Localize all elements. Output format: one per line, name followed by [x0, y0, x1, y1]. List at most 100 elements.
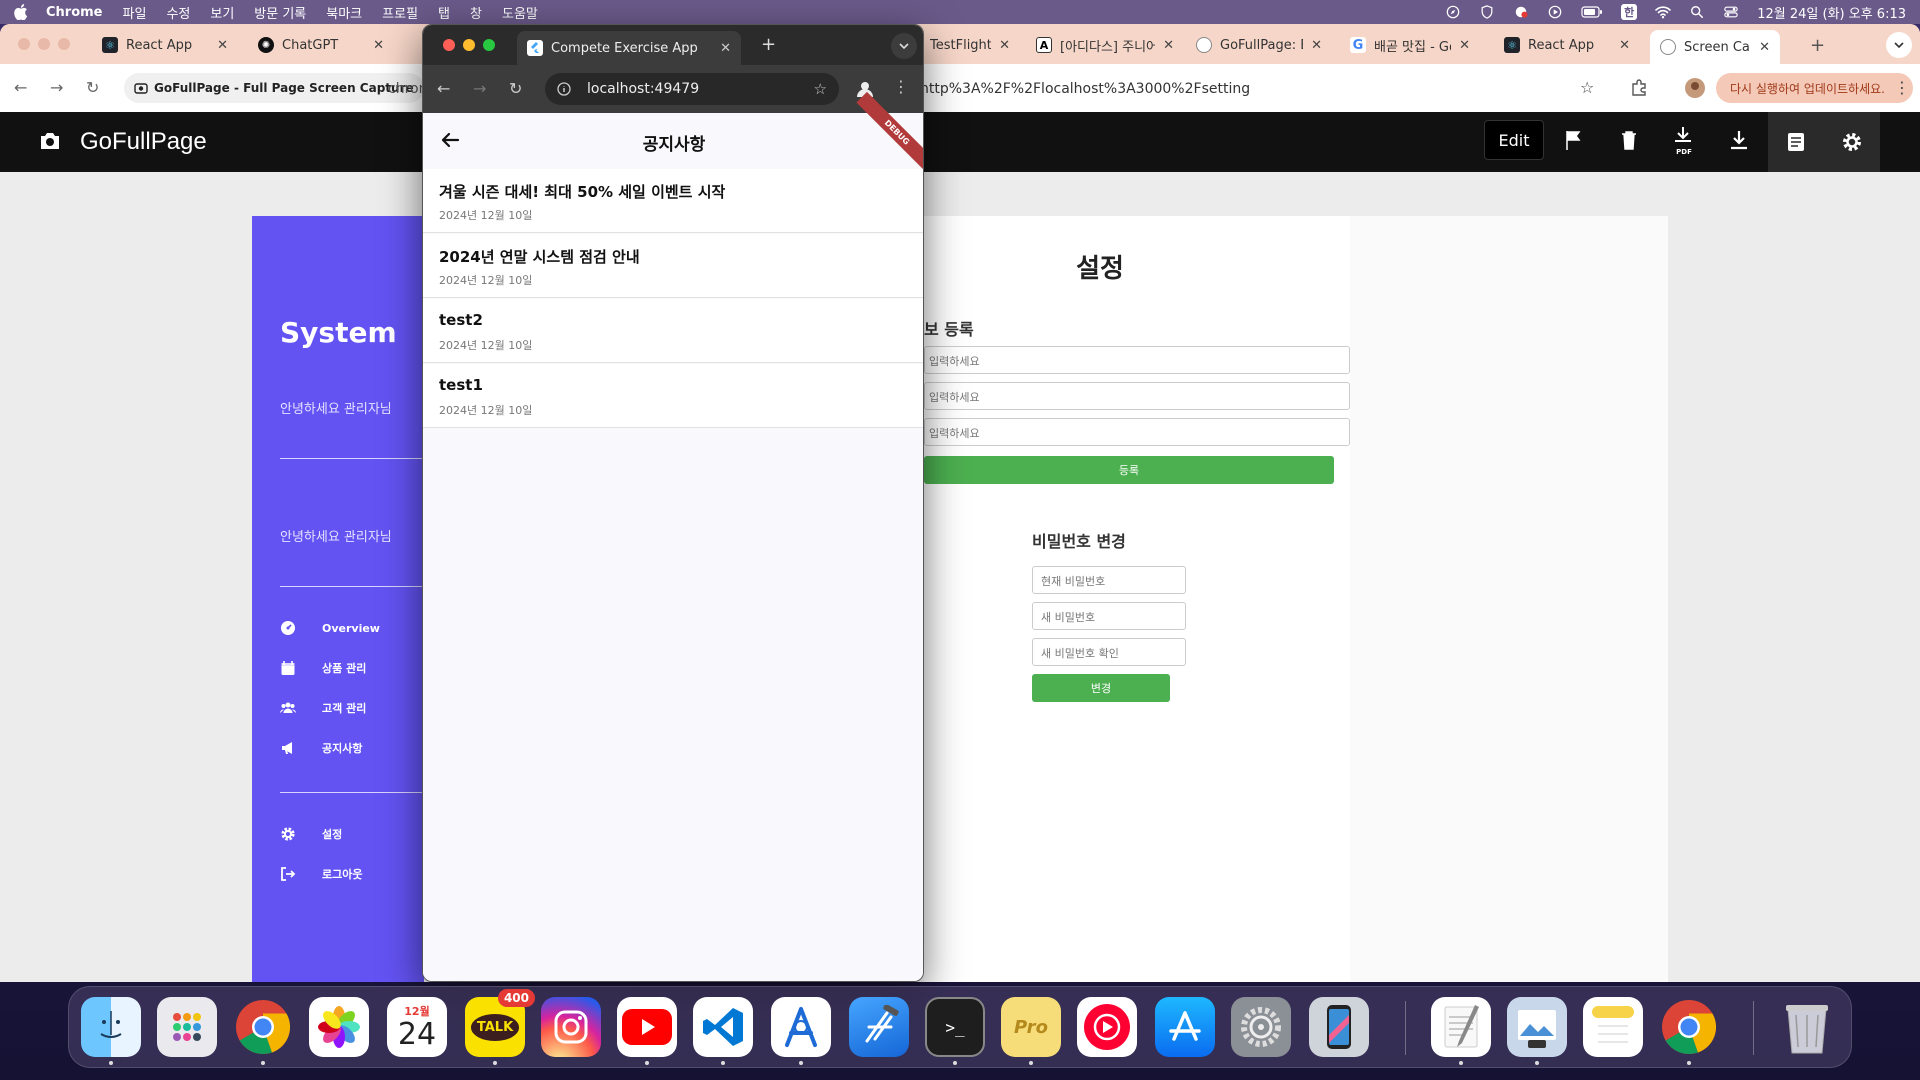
settings-button[interactable] — [1824, 112, 1880, 172]
tab-gofullpage-editor[interactable]: GoFullPage: Ed ✕ — [1186, 30, 1332, 60]
forward-arrow-icon[interactable]: → — [473, 79, 486, 98]
menu-history[interactable]: 방문 기록 — [254, 3, 306, 22]
tab-react-app-2[interactable]: ⚛ React App ✕ — [1494, 30, 1640, 60]
reload-icon[interactable]: ↻ — [509, 79, 522, 98]
zoom-window-button[interactable] — [58, 38, 70, 50]
notice-item[interactable]: test2 2024년 12월 10일 — [423, 299, 923, 363]
register-input-3[interactable]: 입력하세요 — [924, 418, 1350, 446]
download-icon[interactable] — [1728, 129, 1750, 151]
bookmark-star-icon[interactable]: ☆ — [1580, 78, 1594, 97]
close-tab-icon[interactable]: ✕ — [373, 38, 384, 53]
apple-icon[interactable] — [14, 4, 28, 20]
sidebar-item-settings[interactable]: 설정 — [280, 826, 342, 842]
trash-icon[interactable] — [1618, 129, 1640, 151]
tab-compete-exercise-app[interactable]: Compete Exercise App ✕ — [517, 31, 741, 65]
launchpad-icon[interactable] — [157, 997, 217, 1057]
menubar-clock[interactable]: 12월 24일 (화) 오후 6:13 — [1757, 3, 1906, 22]
edit-button[interactable]: Edit — [1484, 120, 1544, 160]
vscode-icon[interactable] — [693, 997, 753, 1057]
page-view-button[interactable] — [1768, 112, 1824, 172]
trash-icon[interactable] — [1777, 997, 1837, 1057]
sidebar-item-products[interactable]: 상품 관리 — [280, 660, 366, 676]
menu-tab[interactable]: 탭 — [438, 3, 450, 22]
close-tab-icon[interactable]: ✕ — [999, 38, 1010, 53]
close-tab-icon[interactable]: ✕ — [1759, 40, 1770, 55]
register-input-2[interactable]: 입력하세요 — [924, 382, 1350, 410]
notice-item[interactable]: test1 2024년 12월 10일 — [423, 364, 923, 428]
close-tab-icon[interactable]: ✕ — [1311, 38, 1322, 53]
back-arrow-icon[interactable]: ← — [437, 79, 450, 98]
flag-icon[interactable] — [1562, 129, 1584, 151]
tab-testflight[interactable]: TestFlight - Ap ✕ — [920, 30, 1020, 60]
shield-icon[interactable] — [1479, 5, 1495, 19]
extension-origin-chip[interactable]: GoFullPage - Full Page Screen Capture — [124, 73, 424, 103]
play-circle-icon[interactable] — [1547, 5, 1563, 19]
notice-item[interactable]: 2024년 연말 시스템 점검 안내 2024년 12월 10일 — [423, 234, 923, 298]
photos-icon[interactable] — [309, 997, 369, 1057]
register-button[interactable]: 등록 — [924, 456, 1334, 484]
tab-search-button[interactable] — [891, 33, 917, 59]
zoom-window-button[interactable] — [483, 39, 495, 51]
new-tab-button[interactable]: + — [1810, 35, 1825, 56]
iphone-mirroring-icon[interactable] — [1309, 997, 1369, 1057]
menu-edit[interactable]: 수정 — [166, 3, 190, 22]
back-arrow-icon[interactable]: ← — [14, 78, 27, 97]
reload-icon[interactable]: ↻ — [86, 78, 99, 97]
xcode-icon[interactable] — [849, 997, 909, 1057]
battery-icon[interactable] — [1581, 5, 1603, 19]
close-tab-icon[interactable]: ✕ — [1459, 38, 1470, 53]
more-menu-icon[interactable]: ⋮ — [1894, 78, 1910, 97]
address-bar[interactable]: localhost:49479 ☆ — [545, 73, 839, 105]
tab-search-button[interactable] — [1886, 32, 1912, 58]
menu-window[interactable]: 창 — [470, 3, 482, 22]
close-tab-icon[interactable]: ✕ — [1619, 38, 1630, 53]
screen-recorder-icon[interactable] — [1513, 5, 1529, 19]
close-window-button[interactable] — [18, 38, 30, 50]
bookmark-star-icon[interactable]: ☆ — [814, 80, 827, 98]
sidebar-item-overview[interactable]: Overview — [280, 620, 380, 636]
new-password-field[interactable]: 새 비밀번호 — [1032, 602, 1186, 630]
change-password-button[interactable]: 변경 — [1032, 674, 1170, 702]
url-text[interactable]: localhost:49479 — [587, 81, 814, 97]
update-chrome-button[interactable]: 다시 실행하여 업데이트하세요. — [1716, 73, 1913, 103]
close-tab-icon[interactable]: ✕ — [217, 38, 228, 53]
textedit-icon[interactable] — [1431, 997, 1491, 1057]
calendar-app-icon[interactable]: 12월 24 — [387, 997, 447, 1057]
stickies-pro-icon[interactable]: Pro — [1001, 997, 1061, 1057]
finder-icon[interactable] — [81, 997, 141, 1057]
tab-adidas[interactable]: A [아디다스] 주니어 ✕ — [1026, 30, 1184, 60]
tab-react-app-1[interactable]: ⚛ React App ✕ — [92, 30, 238, 60]
notes-icon[interactable] — [1583, 997, 1643, 1057]
wifi-icon[interactable] — [1655, 5, 1672, 19]
close-tab-icon[interactable]: ✕ — [1163, 38, 1174, 53]
more-menu-icon[interactable]: ⋮ — [893, 77, 909, 96]
menu-bookmarks[interactable]: 북마크 — [326, 3, 362, 22]
tab-google-search[interactable]: G 배곧 맛집 - Goo ✕ — [1340, 30, 1480, 60]
menu-help[interactable]: 도움말 — [502, 3, 538, 22]
chrome-canary-icon[interactable] — [1659, 997, 1719, 1057]
chrome-icon[interactable] — [233, 997, 293, 1057]
site-info-icon[interactable] — [557, 82, 571, 96]
current-password-field[interactable]: 현재 비밀번호 — [1032, 566, 1186, 594]
menu-view[interactable]: 보기 — [210, 3, 234, 22]
spotlight-search-icon[interactable] — [1689, 5, 1705, 19]
sidebar-item-notices[interactable]: 공지사항 — [280, 740, 362, 756]
new-tab-button[interactable]: + — [761, 34, 776, 55]
minimize-window-button[interactable] — [38, 38, 50, 50]
safari-compass-icon[interactable] — [1445, 5, 1461, 19]
youtube-music-icon[interactable] — [1077, 997, 1137, 1057]
menu-file[interactable]: 파일 — [123, 3, 147, 22]
system-settings-icon[interactable] — [1231, 997, 1291, 1057]
minimize-window-button[interactable] — [463, 39, 475, 51]
app-store-icon[interactable] — [1155, 997, 1215, 1057]
close-tab-icon[interactable]: ✕ — [720, 41, 731, 56]
menu-profiles[interactable]: 프로필 — [382, 3, 418, 22]
kakaotalk-icon[interactable]: TALK 400 — [465, 989, 535, 1057]
input-source-indicator[interactable]: 한 — [1621, 4, 1638, 20]
tab-screen-capture[interactable]: Screen Captur ✕ — [1650, 30, 1780, 64]
instagram-icon[interactable] — [541, 997, 601, 1057]
terminal-icon[interactable]: >_ — [925, 997, 985, 1057]
download-pdf-button[interactable]: PDF — [1672, 126, 1696, 156]
sidebar-item-logout[interactable]: 로그아웃 — [280, 866, 362, 882]
register-input-1[interactable]: 입력하세요 — [924, 346, 1350, 374]
